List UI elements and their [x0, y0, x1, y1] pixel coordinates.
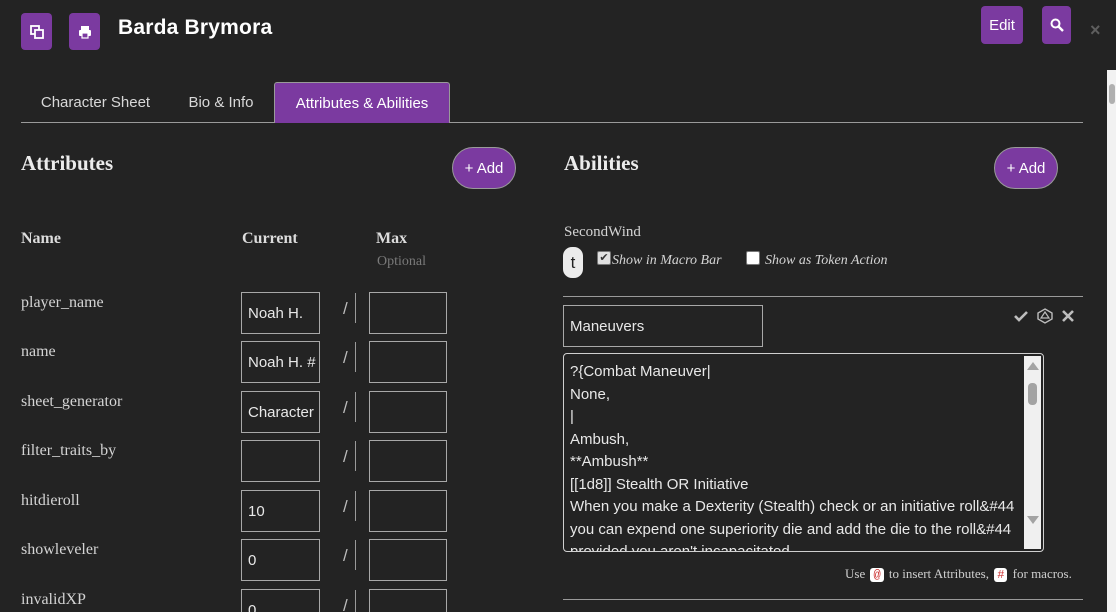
- column-header-current: Current: [242, 230, 298, 247]
- attribute-separator: /: [343, 596, 348, 612]
- attribute-name: showleveler: [21, 541, 99, 558]
- attribute-max-input[interactable]: [369, 490, 447, 532]
- edit-button[interactable]: Edit: [981, 6, 1023, 44]
- attribute-name: player_name: [21, 294, 104, 311]
- ability-macro-textarea[interactable]: ?{Combat Maneuver| None, | Ambush, **Amb…: [563, 353, 1044, 552]
- separator-bar: [355, 342, 356, 372]
- window-title: Barda Brymora: [118, 16, 273, 39]
- separator-bar: [355, 491, 356, 521]
- attribute-name: invalidXP: [21, 591, 86, 608]
- attribute-current-input[interactable]: 0: [241, 539, 320, 581]
- macro-line: |: [570, 408, 574, 425]
- add-ability-button[interactable]: + Add: [994, 147, 1058, 189]
- hint-suffix: for macros.: [1012, 566, 1072, 581]
- attribute-name: filter_traits_by: [21, 442, 117, 459]
- column-header-name: Name: [21, 230, 61, 247]
- close-icon[interactable]: ×: [1090, 20, 1101, 41]
- attribute-max-input[interactable]: [369, 440, 447, 482]
- macro-line: [[1d8]] Stealth OR Initiative: [570, 475, 749, 493]
- tab-attributes-abilities[interactable]: Attributes & Abilities: [274, 82, 450, 123]
- tab-bar: Character Sheet Bio & Info Attributes & …: [21, 82, 1083, 123]
- attribute-current-input[interactable]: Noah H. #: [241, 341, 320, 383]
- ability-token-button[interactable]: t: [563, 247, 583, 278]
- page-scrollbar[interactable]: [1107, 70, 1116, 612]
- tab-character-sheet[interactable]: Character Sheet: [21, 82, 170, 123]
- attributes-title: Attributes: [21, 151, 114, 175]
- attribute-separator: /: [343, 447, 348, 466]
- search-button[interactable]: [1042, 6, 1071, 44]
- show-as-token-action-label: Show as Token Action: [765, 253, 888, 268]
- separator-bar: [355, 590, 356, 612]
- attribute-separator: /: [343, 546, 348, 565]
- show-in-macro-bar-label: Show in Macro Bar: [612, 253, 722, 268]
- macro-line: None,: [570, 385, 611, 403]
- scroll-down-icon[interactable]: [1027, 516, 1039, 524]
- macro-hint: Use @ to insert Attributes, # for macros…: [845, 566, 1072, 582]
- tab-bio-info[interactable]: Bio & Info: [177, 82, 265, 123]
- macro-text: ?{Combat Maneuver| None, | Ambush, **Amb…: [570, 361, 1020, 552]
- delete-icon[interactable]: [1060, 307, 1076, 325]
- macro-line: ?{Combat Maneuver|: [570, 363, 711, 380]
- ability-name-input[interactable]: Maneuvers: [563, 305, 763, 347]
- separator-bar: [355, 293, 356, 323]
- popout-icon: [29, 24, 44, 39]
- macro-scrollbar[interactable]: [1024, 356, 1041, 549]
- attribute-max-input[interactable]: [369, 589, 447, 612]
- attribute-name: hitdieroll: [21, 492, 80, 509]
- separator-bar: [355, 441, 356, 471]
- show-as-token-action-checkbox[interactable]: [746, 251, 760, 265]
- print-button[interactable]: [69, 13, 100, 50]
- search-icon: [1050, 18, 1064, 32]
- attribute-max-input[interactable]: [369, 292, 447, 334]
- d20-icon[interactable]: [1037, 307, 1053, 325]
- check-icon[interactable]: [1013, 307, 1029, 325]
- attribute-name: sheet_generator: [21, 393, 123, 410]
- popout-button[interactable]: [21, 13, 52, 50]
- show-in-macro-bar-checkbox[interactable]: ✔: [597, 251, 611, 265]
- at-symbol-chip: @: [870, 568, 884, 582]
- attribute-separator: /: [343, 497, 348, 516]
- attribute-max-input[interactable]: [369, 539, 447, 581]
- page-scroll-thumb[interactable]: [1109, 84, 1115, 104]
- attribute-current-input[interactable]: 0: [241, 589, 320, 612]
- column-header-max-optional: Optional: [377, 254, 426, 269]
- print-icon: [78, 25, 91, 39]
- attribute-current-input[interactable]: Noah H.: [241, 292, 320, 334]
- attribute-max-input[interactable]: [369, 341, 447, 383]
- macro-line: Ambush,: [570, 430, 630, 448]
- macro-line: **Ambush**: [570, 453, 649, 470]
- column-header-max: Max: [376, 230, 408, 247]
- hash-symbol-chip: #: [994, 568, 1008, 582]
- macro-line: When you make a Dexterity (Stealth) chec…: [570, 498, 1015, 552]
- ability-name: SecondWind: [564, 224, 641, 240]
- attribute-current-input[interactable]: [241, 440, 320, 482]
- abilities-title: Abilities: [564, 151, 639, 175]
- title-bar: Barda Brymora Edit ×: [0, 0, 1116, 64]
- add-attribute-button[interactable]: + Add: [452, 147, 516, 189]
- attribute-current-input[interactable]: 10: [241, 490, 320, 532]
- scroll-thumb[interactable]: [1028, 383, 1037, 405]
- hint-prefix: Use: [845, 566, 866, 581]
- ability-bottom-divider: [563, 599, 1083, 600]
- attribute-current-input[interactable]: Character: [241, 391, 320, 433]
- separator-bar: [355, 540, 356, 570]
- attribute-name: name: [21, 343, 56, 360]
- ability-divider: [563, 296, 1083, 297]
- scroll-up-icon[interactable]: [1027, 362, 1039, 370]
- separator-bar: [355, 392, 356, 422]
- attribute-separator: /: [343, 348, 348, 367]
- hint-middle: to insert Attributes,: [888, 566, 989, 581]
- attribute-separator: /: [343, 398, 348, 417]
- attribute-max-input[interactable]: [369, 391, 447, 433]
- attribute-separator: /: [343, 299, 348, 318]
